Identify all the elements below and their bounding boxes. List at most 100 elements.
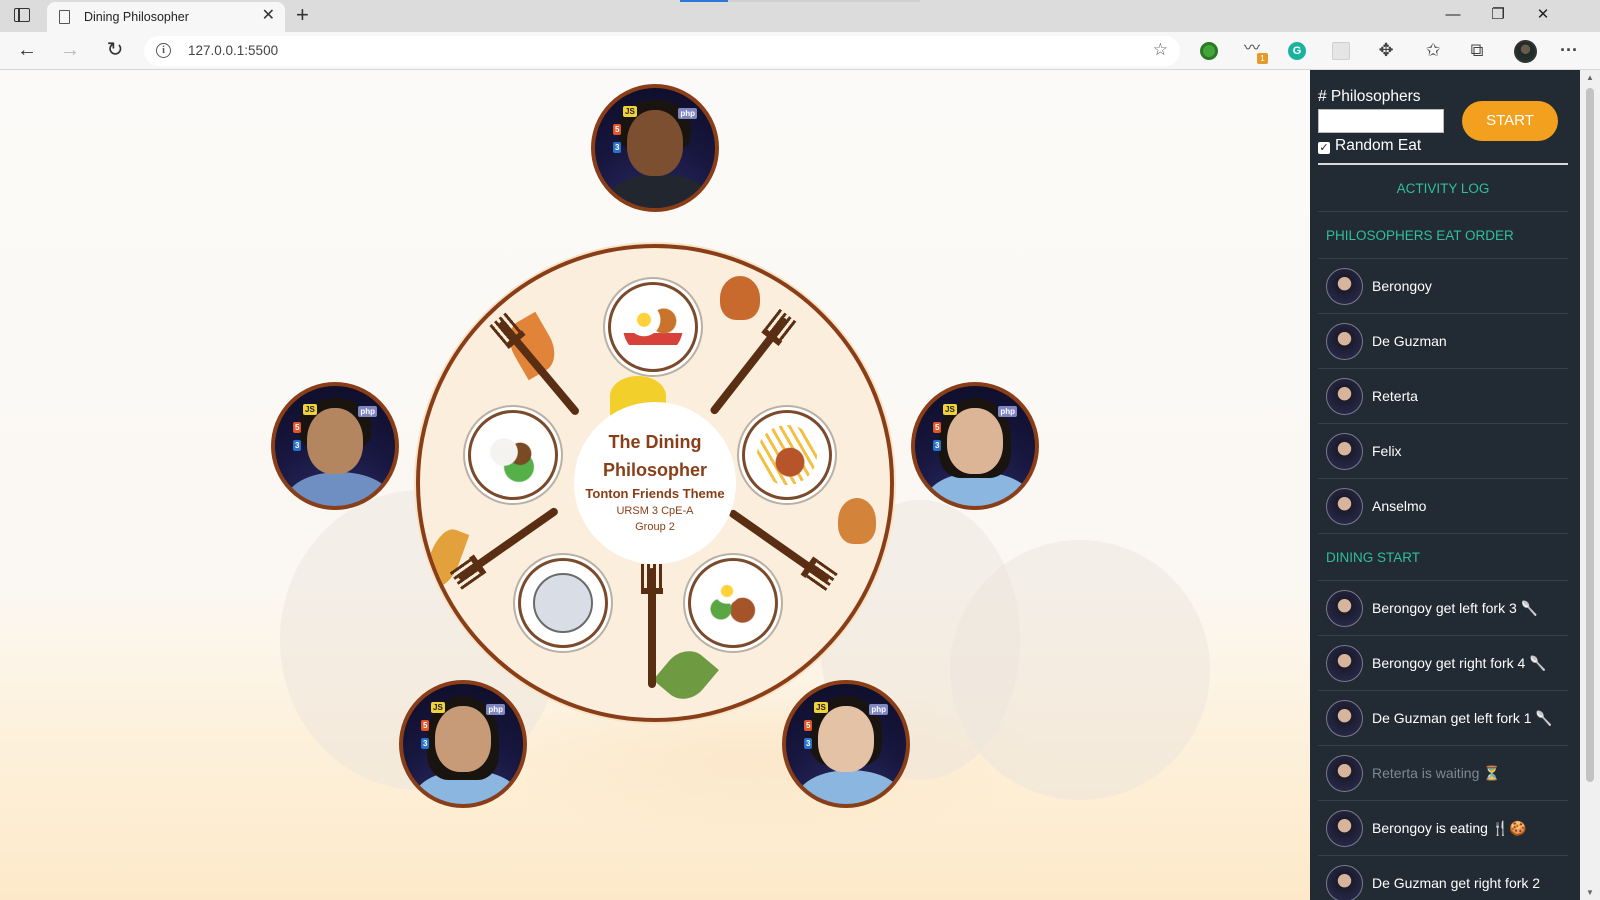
plate-4-empty <box>518 558 608 648</box>
list-item: Berongoy <box>1318 259 1568 314</box>
avatar <box>1326 433 1363 470</box>
order-name: Anselmo <box>1372 498 1427 514</box>
random-eat-checkbox[interactable]: ✓ Random Eat <box>1318 137 1421 155</box>
dining-start-header: DINING START <box>1318 534 1568 581</box>
eat-order-header: PHILOSOPHERS EAT ORDER <box>1318 212 1568 259</box>
restore-button[interactable]: ❐ <box>1488 5 1508 25</box>
order-name: Reterta <box>1372 388 1418 404</box>
avatar <box>1326 700 1363 737</box>
food-breakfast <box>623 297 683 357</box>
list-item: Anselmo <box>1318 479 1568 534</box>
avatar <box>1326 810 1363 847</box>
philosophers-count-label: # Philosophers <box>1318 88 1421 105</box>
start-button[interactable]: START <box>1462 101 1558 141</box>
table-group: Group 2 <box>635 521 675 533</box>
scrollbar-thumb[interactable] <box>1586 88 1594 782</box>
scroll-down-icon[interactable]: ▼ <box>1586 888 1594 897</box>
random-eat-label: Random Eat <box>1335 137 1422 154</box>
avatar <box>1326 323 1363 360</box>
grammarly-icon[interactable]: G <box>1288 42 1306 60</box>
avatar <box>1326 865 1363 900</box>
philosopher-avatar-top: JS 5 3 php <box>591 84 719 212</box>
avatar <box>1326 755 1363 792</box>
tab-dining-philosopher[interactable]: Dining Philosopher ✕ <box>47 2 285 32</box>
puzzle-icon[interactable]: ✥ <box>1375 39 1397 61</box>
new-tab-button[interactable]: + <box>296 4 309 26</box>
event-text: Berongoy get right fork 4 🥄 <box>1372 655 1547 671</box>
reload-button[interactable]: ↻ <box>103 38 127 62</box>
extension-swoosh-icon[interactable]: 〰 1 <box>1244 40 1268 64</box>
log-event: Berongoy get left fork 3 🥄 <box>1318 581 1568 636</box>
extension-grid-icon[interactable] <box>1332 42 1350 60</box>
extension-badge: 1 <box>1257 53 1268 64</box>
philosopher-avatar-left: JS 5 3 php <box>271 382 399 510</box>
empty-plate <box>533 573 593 633</box>
add-favorite-icon[interactable]: ☆ <box>1153 40 1168 60</box>
plate-3 <box>742 410 832 500</box>
order-name: Berongoy <box>1372 278 1432 294</box>
page-scrollbar[interactable]: ▲ ▼ <box>1580 70 1600 900</box>
table-center: The Dining Philosopher Tonton Friends Th… <box>574 402 736 564</box>
url-text[interactable]: 127.0.0.1:5500 <box>188 43 278 58</box>
log-event: Berongoy is eating 🍴🍪 <box>1318 801 1568 856</box>
order-name: De Guzman <box>1372 333 1447 349</box>
food-platter <box>703 573 763 633</box>
log-event-waiting: Reterta is waiting ⏳ <box>1318 746 1568 801</box>
profile-avatar[interactable] <box>1514 40 1537 63</box>
log-event: De Guzman get right fork 2 <box>1318 856 1568 900</box>
dining-table: The Dining Philosopher Tonton Friends Th… <box>416 244 894 722</box>
back-button[interactable]: ← <box>15 38 39 62</box>
tab-strip: Dining Philosopher ✕ + — ❐ ✕ <box>0 0 1600 32</box>
loading-progress-bar <box>680 0 920 2</box>
food-steak <box>757 425 817 485</box>
tab-title: Dining Philosopher <box>84 10 189 24</box>
forward-button[interactable]: → <box>58 38 82 62</box>
log-event: Berongoy get right fork 4 🥄 <box>1318 636 1568 691</box>
info-icon[interactable]: i <box>156 43 171 58</box>
order-name: Felix <box>1372 443 1402 459</box>
control-sidebar: # Philosophers ✓ Random Eat START ACTIVIT… <box>1310 70 1580 900</box>
dining-stage: The Dining Philosopher Tonton Friends Th… <box>0 70 1310 900</box>
plate-5 <box>688 558 778 648</box>
avatar <box>1326 378 1363 415</box>
avatar <box>1326 645 1363 682</box>
event-text: Berongoy is eating 🍴🍪 <box>1372 820 1527 836</box>
event-text: De Guzman get right fork 2 <box>1372 875 1541 891</box>
page-content: The Dining Philosopher Tonton Friends Th… <box>0 70 1600 900</box>
acorn-decoration <box>838 498 876 544</box>
philosopher-avatar-bottom-left: JS 5 3 php <box>399 680 527 808</box>
activity-log-header: ACTIVITY LOG <box>1318 165 1568 212</box>
philosophers-count-input[interactable] <box>1318 109 1444 133</box>
philosopher-avatar-bottom-right: JS 5 3 php <box>782 680 910 808</box>
leaf-decoration <box>653 641 719 709</box>
address-bar: ← → ↻ i 127.0.0.1:5500 ☆ 〰 1 G ✥ ✩ ⧉ ··· <box>0 32 1600 70</box>
avatar <box>1326 590 1363 627</box>
checkbox-checked-icon[interactable]: ✓ <box>1318 142 1330 154</box>
avatar <box>1326 268 1363 305</box>
sidebar-toggle-icon[interactable] <box>14 8 30 22</box>
avatar <box>1326 488 1363 525</box>
collections-icon[interactable]: ⧉ <box>1466 39 1488 61</box>
minimize-button[interactable]: — <box>1443 5 1463 25</box>
event-text: De Guzman get left fork 1 🥄 <box>1372 710 1553 726</box>
list-item: Reterta <box>1318 369 1568 424</box>
list-item: De Guzman <box>1318 314 1568 369</box>
table-theme: Tonton Friends Theme <box>585 486 725 501</box>
close-window-button[interactable]: ✕ <box>1533 5 1553 25</box>
philosopher-avatar-right: JS 5 3 php <box>911 382 1039 510</box>
acorn-decoration <box>720 276 760 320</box>
plate-2 <box>468 410 558 500</box>
log-event: De Guzman get left fork 1 🥄 <box>1318 691 1568 746</box>
favorites-icon[interactable]: ✩ <box>1422 39 1444 61</box>
close-tab-icon[interactable]: ✕ <box>262 7 275 25</box>
event-text: Berongoy get left fork 3 🥄 <box>1372 600 1539 616</box>
scroll-up-icon[interactable]: ▲ <box>1586 73 1594 82</box>
more-icon[interactable]: ··· <box>1558 39 1580 61</box>
food-burger <box>483 425 543 485</box>
table-title: The Dining Philosopher <box>602 432 707 480</box>
url-field[interactable]: i 127.0.0.1:5500 ☆ <box>144 36 1180 66</box>
table-class: URSM 3 CpE-A <box>616 505 694 517</box>
fork-4 <box>641 564 663 688</box>
extension-green-icon[interactable] <box>1200 42 1218 60</box>
page-icon <box>59 10 70 24</box>
